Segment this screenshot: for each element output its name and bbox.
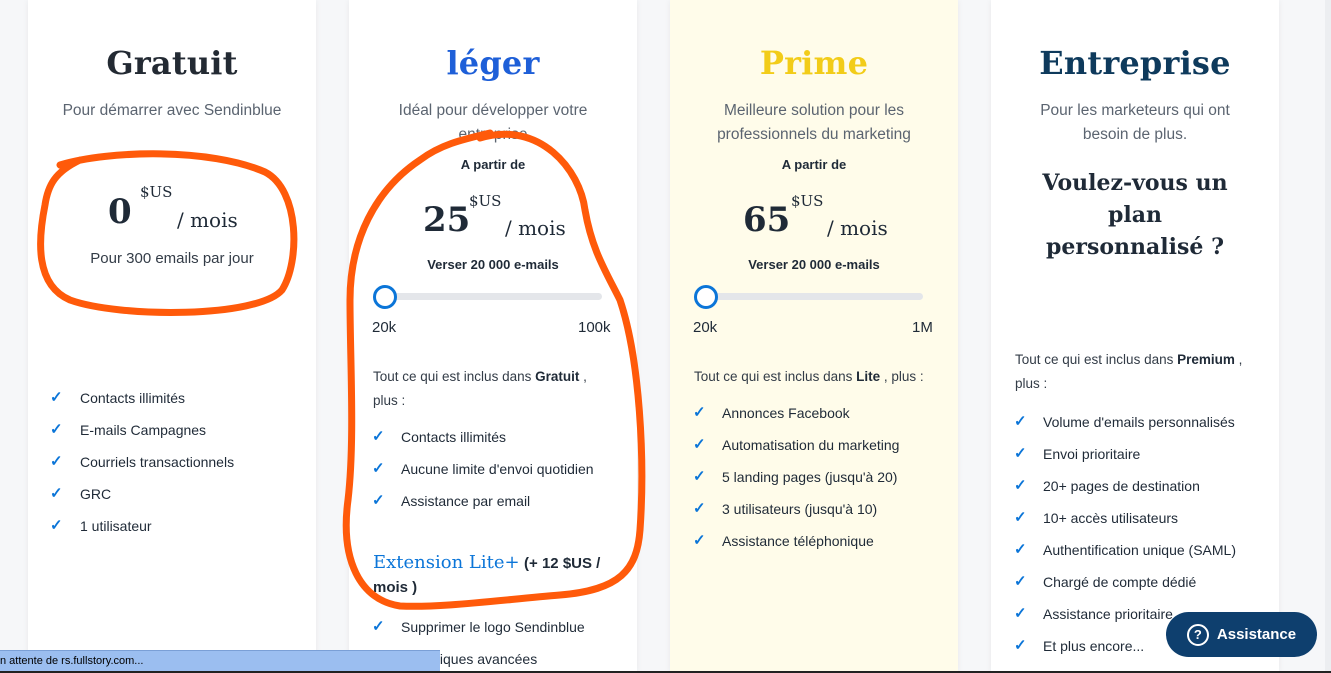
check-icon: ✓ [372,428,385,445]
question-circle-icon: ? [1186,623,1209,646]
feature-item: Volume d'emails personnalisés [1043,414,1235,430]
feature-item: Et plus encore... [1043,638,1145,654]
plan-card-lite: léger Idéal pour développer votre entrep… [349,0,637,673]
feature-item: Chargé de compte dédié [1043,574,1197,590]
feature-item: 20+ pages de destination [1043,478,1200,494]
assistance-label: Assistance [1216,626,1297,643]
includes-prefix: Tout ce qui est inclus dans [1015,352,1174,367]
email-volume-premium: Verser 20 000 e-mails [748,257,880,272]
includes-text-enterprise: Tout ce qui est inclus dans Premium , pl… [1015,348,1265,396]
plan-title-lite: léger [446,44,540,82]
includes-suffix: , plus : [883,369,924,384]
includes-text-premium: Tout ce qui est inclus dans Lite , plus … [694,365,944,389]
check-icon: ✓ [693,436,706,453]
feature-item: Automatisation du marketing [722,437,900,453]
feature-item: Courriels transactionnels [80,454,235,470]
slider-min-label: 20k [693,319,718,336]
price-period-lite: / mois [505,216,566,240]
feature-item: Supprimer le logo Sendinblue [401,619,585,635]
feature-item: Annonces Facebook [722,405,850,421]
extension-lite-plus[interactable]: Extension Lite+ (+ 12 $US / mois ) [373,551,623,600]
feature-item: Aucune limite d'envoi quotidien [401,461,594,477]
check-icon: ✓ [1014,605,1027,622]
check-icon: ✓ [372,460,385,477]
email-volume-slider-track[interactable] [375,293,602,300]
check-icon: ✓ [1014,541,1027,558]
check-icon: ✓ [50,421,63,438]
feature-item: Contacts illimités [401,429,507,445]
check-icon: ✓ [1014,509,1027,526]
free-email-quota: Pour 300 emails par jour [90,250,254,267]
includes-plan-name: Lite [856,369,881,384]
check-icon: ✓ [50,517,63,534]
vertical-scrollbar[interactable] [1325,0,1331,673]
price-from-label-premium: A partir de [781,157,847,172]
check-icon: ✓ [1014,413,1027,430]
slider-max-label: 100k [578,319,611,336]
check-icon: ✓ [1014,445,1027,462]
check-icon: ✓ [372,492,385,509]
price-currency-lite: $US [469,192,502,210]
feature-item: GRC [80,486,112,502]
feature-item: Envoi prioritaire [1043,446,1141,462]
includes-text-lite: Tout ce qui est inclus dans Gratuit , pl… [373,365,613,413]
feature-item: Assistance par email [401,493,531,509]
feature-item: 10+ accès utilisateurs [1043,510,1179,526]
slider-max-label: 1M [912,319,933,336]
plan-card-free: Gratuit Pour démarrer avec Sendinblue 0 … [28,0,316,673]
price-currency-premium: $US [791,192,824,210]
price-amount-free: 0 [108,192,132,232]
feature-item: Assistance téléphonique [722,533,874,549]
includes-plan-name: Premium [1177,352,1235,367]
check-icon: ✓ [1014,477,1027,494]
check-icon: ✓ [1014,637,1027,654]
check-icon: ✓ [372,618,385,635]
price-period-free: / mois [177,208,238,232]
slider-min-label: 20k [372,319,397,336]
plan-card-premium: Prime Meilleure solution pour les profes… [670,0,958,673]
plan-subtitle-enterprise: Pour les marketeurs qui ont besoin de pl… [1040,102,1230,143]
feature-item: Assistance prioritaire [1043,606,1173,622]
includes-plan-name: Gratuit [535,369,580,384]
feature-item: E-mails Campagnes [80,422,207,438]
plan-subtitle-premium: Meilleure solution pour les professionne… [717,102,911,143]
includes-prefix: Tout ce qui est inclus dans [373,369,532,384]
price-period-premium: / mois [827,216,888,240]
plan-subtitle-lite: Idéal pour développer votre entreprise [398,102,588,143]
includes-prefix: Tout ce qui est inclus dans [694,369,853,384]
feature-item: 5 landing pages (jusqu'à 20) [722,469,898,485]
check-icon: ✓ [693,532,706,549]
plan-title-free: Gratuit [106,44,238,82]
check-icon: ✓ [693,500,706,517]
plan-subtitle-free: Pour démarrer avec Sendinblue [62,102,282,119]
plan-title-enterprise: Entreprise [1039,44,1231,82]
email-volume-slider-handle[interactable] [373,285,397,309]
feature-item: Authentification unique (SAML) [1043,542,1236,558]
email-volume-slider-handle[interactable] [694,285,718,309]
feature-item: 1 utilisateur [80,518,152,534]
price-amount-lite: 25 [423,200,471,240]
check-icon: ✓ [1014,573,1027,590]
feature-item: Contacts illimités [80,390,186,406]
check-icon: ✓ [50,389,63,406]
price-currency-free: $US [140,183,173,201]
check-icon: ✓ [693,468,706,485]
assistance-button[interactable]: ? Assistance [1166,612,1317,657]
check-icon: ✓ [50,485,63,502]
check-icon: ✓ [50,453,63,470]
price-from-label-lite: A partir de [460,157,526,172]
check-icon: ✓ [693,404,706,421]
extension-title[interactable]: Extension Lite+ [373,552,520,573]
plan-card-enterprise: Entreprise Pour les marketeurs qui ont b… [991,0,1279,673]
email-volume-slider-track[interactable] [696,293,923,300]
feature-item: 3 utilisateurs (jusqu'à 10) [722,501,878,517]
plan-title-premium: Prime [759,44,869,82]
custom-plan-question: Voulez-vous un plan personnalisé ? [1042,170,1228,260]
email-volume-lite: Verser 20 000 e-mails [427,257,559,272]
browser-status-bar: n attente de rs.fullstory.com... [0,650,440,671]
price-amount-premium: 65 [743,200,791,240]
